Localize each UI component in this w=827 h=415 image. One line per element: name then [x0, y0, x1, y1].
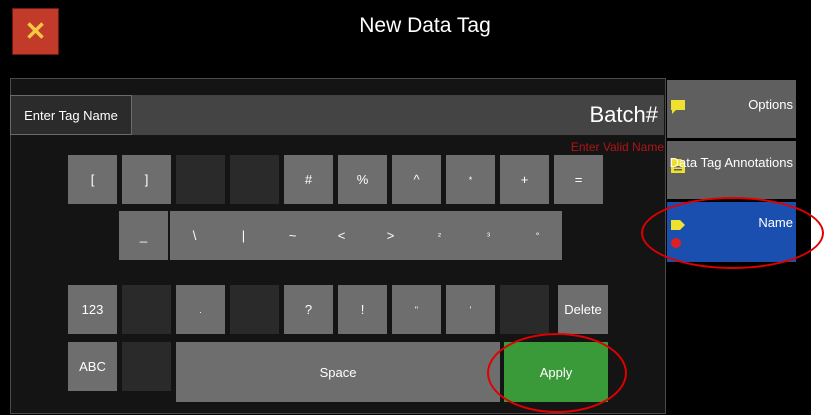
key-caret[interactable]: ^ — [392, 155, 441, 204]
validation-message: Enter Valid Name — [570, 140, 664, 154]
close-icon: ✕ — [24, 16, 47, 46]
key-underscore[interactable]: _ — [119, 211, 168, 260]
key-blank — [230, 155, 279, 204]
key-bracket-right[interactable]: ] — [122, 155, 171, 204]
delete-key[interactable]: Delete — [558, 285, 608, 334]
key-superscript-three[interactable]: ³ — [464, 211, 513, 260]
key-period[interactable]: . — [176, 285, 225, 334]
key-blank — [176, 155, 225, 204]
key-exclamation[interactable]: ! — [338, 285, 387, 334]
key-backslash[interactable]: \ — [170, 211, 219, 260]
key-equals[interactable]: = — [554, 155, 603, 204]
key-abc[interactable]: ABC — [68, 342, 117, 391]
key-blank — [500, 285, 549, 334]
key-tilde[interactable]: ~ — [268, 211, 317, 260]
key-blank — [230, 285, 279, 334]
close-button[interactable]: ✕ — [12, 8, 59, 55]
key-superscript-two[interactable]: ² — [415, 211, 464, 260]
sidebar-item-label: Data Tag Annotations — [669, 155, 793, 170]
key-double-quote[interactable]: " — [392, 285, 441, 334]
key-blank — [122, 342, 171, 391]
sidebar-item-name[interactable]: Name — [667, 202, 796, 262]
space-key[interactable]: Space — [176, 342, 500, 402]
comment-icon — [671, 100, 685, 114]
key-single-quote[interactable]: ' — [446, 285, 495, 334]
tag-name-label: Enter Tag Name — [10, 95, 132, 135]
key-blank — [122, 285, 171, 334]
key-asterisk[interactable]: * — [446, 155, 495, 204]
key-degree[interactable]: ° — [513, 211, 562, 260]
key-bracket-left[interactable]: [ — [68, 155, 117, 204]
key-plus[interactable]: + — [500, 155, 549, 204]
sidebar-item-label: Name — [758, 215, 793, 230]
key-123[interactable]: 123 — [68, 285, 117, 334]
sidebar-item-options[interactable]: Options — [667, 80, 796, 138]
key-percent[interactable]: % — [338, 155, 387, 204]
sidebar-item-label: Options — [748, 97, 793, 112]
key-question[interactable]: ? — [284, 285, 333, 334]
page-title: New Data Tag — [359, 14, 491, 37]
key-hash[interactable]: # — [284, 155, 333, 204]
tag-icon — [671, 220, 685, 230]
key-less-than[interactable]: < — [317, 211, 366, 260]
apply-button[interactable]: Apply — [504, 342, 608, 402]
alert-icon — [671, 238, 681, 248]
sidebar-item-annotations[interactable]: Data Tag Annotations — [667, 141, 796, 199]
tag-name-input[interactable] — [132, 95, 664, 135]
key-pipe[interactable]: | — [219, 211, 268, 260]
key-greater-than[interactable]: > — [366, 211, 415, 260]
